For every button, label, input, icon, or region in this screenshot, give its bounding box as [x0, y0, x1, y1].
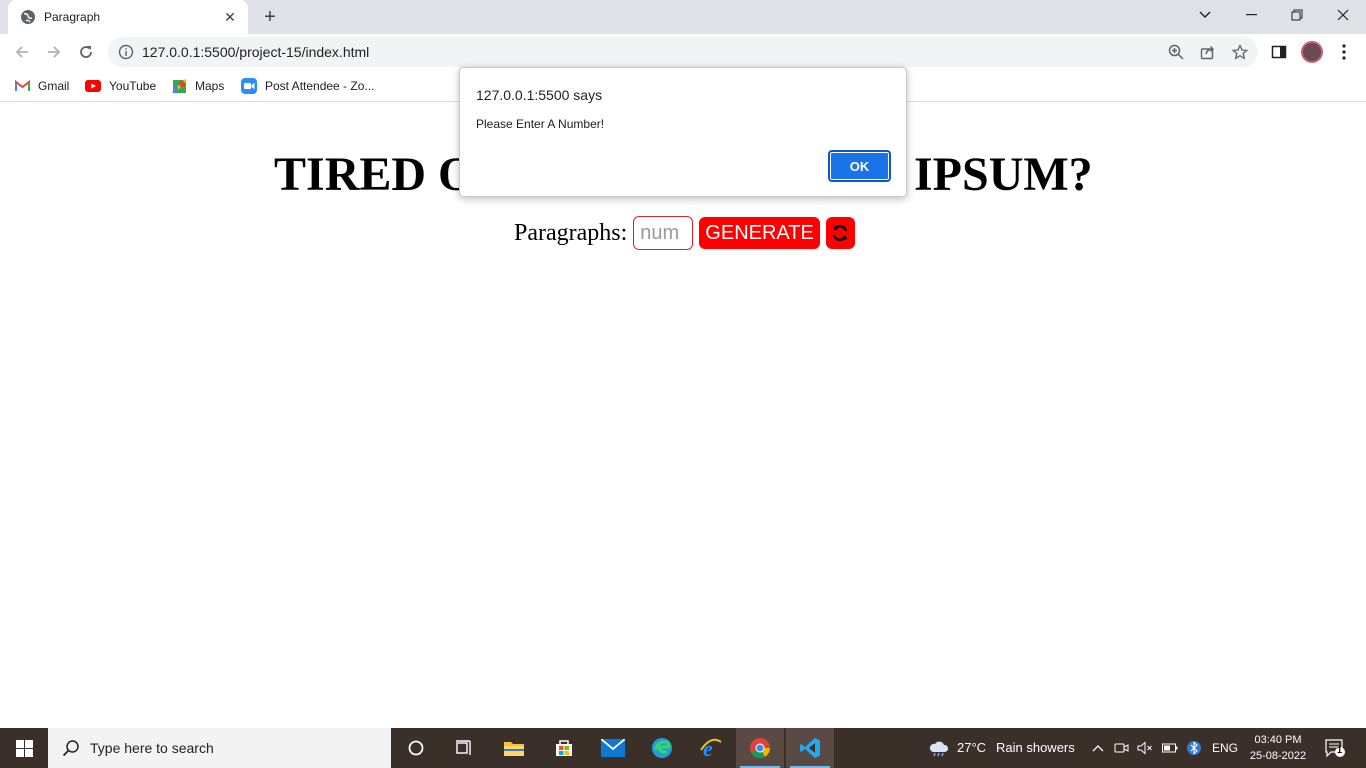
side-panel-icon[interactable] [1269, 42, 1289, 62]
back-button[interactable] [8, 38, 36, 66]
taskbar: Type here to search e 27°C Rain showers [0, 728, 1366, 768]
restore-button[interactable] [1274, 0, 1320, 30]
reload-icon [80, 46, 92, 58]
back-arrow-icon [15, 46, 28, 58]
search-placeholder: Type here to search [90, 740, 214, 756]
address-bar[interactable]: 127.0.0.1:5500/project-15/index.html [108, 37, 1258, 67]
cortana-icon[interactable] [392, 728, 440, 768]
taskbar-search[interactable]: Type here to search [48, 728, 391, 768]
reload-button[interactable] [72, 38, 100, 66]
bluetooth-icon[interactable] [1186, 739, 1202, 757]
bookmark-youtube[interactable]: YouTube [85, 77, 156, 95]
dialog-message: Please Enter A Number! [476, 117, 605, 131]
chrome-icon[interactable] [736, 728, 784, 768]
task-view-icon[interactable] [440, 728, 488, 768]
refresh-button[interactable] [825, 217, 855, 249]
new-tab-button[interactable]: + [258, 5, 282, 29]
paragraph-count-input[interactable] [633, 216, 694, 250]
file-explorer-icon[interactable] [490, 728, 538, 768]
internet-explorer-icon[interactable]: e [687, 728, 735, 768]
mail-icon[interactable] [589, 728, 637, 768]
weather-temp: 27°C [957, 740, 987, 755]
start-button[interactable] [0, 728, 48, 768]
edge-icon[interactable] [638, 728, 686, 768]
bookmark-star-icon[interactable] [1232, 44, 1248, 60]
forward-arrow-icon [48, 46, 61, 58]
bookmark-zoom[interactable]: Post Attendee - Zo... [241, 77, 374, 95]
gmail-icon [15, 80, 30, 91]
weather-icon[interactable] [928, 739, 950, 757]
battery-icon[interactable] [1162, 739, 1178, 757]
generate-button[interactable]: GENERATE [699, 217, 820, 249]
youtube-icon [85, 80, 101, 92]
zoom-icon[interactable] [1168, 44, 1184, 60]
show-hidden-icons-icon[interactable] [1090, 739, 1106, 757]
globe-icon [21, 10, 35, 24]
generator-controls: Paragraphs: GENERATE [514, 216, 855, 250]
info-icon[interactable] [118, 44, 134, 60]
tab-search-icon[interactable] [1182, 0, 1228, 30]
language-indicator[interactable]: ENG [1212, 741, 1238, 755]
forward-button[interactable] [40, 38, 68, 66]
bookmark-gmail[interactable]: Gmail [15, 77, 69, 95]
share-icon[interactable] [1200, 44, 1216, 60]
maps-icon [172, 78, 187, 94]
close-window-button[interactable] [1320, 0, 1366, 30]
notification-icon[interactable]: 1 [1324, 739, 1346, 757]
alert-dialog: 127.0.0.1:5500 says Please Enter A Numbe… [459, 67, 907, 197]
zoom-icon [241, 78, 257, 94]
vscode-icon[interactable] [786, 728, 834, 768]
dialog-origin: 127.0.0.1:5500 says [476, 87, 603, 103]
profile-avatar[interactable] [1301, 41, 1323, 63]
weather-description: Rain showers [996, 740, 1075, 755]
paragraphs-label: Paragraphs: [514, 219, 628, 246]
volume-muted-icon[interactable] [1137, 739, 1153, 757]
meet-now-icon[interactable] [1114, 739, 1130, 757]
windows-icon [15, 739, 33, 757]
tab-paragraph[interactable]: Paragraph ✕ [8, 0, 248, 34]
store-icon[interactable] [540, 728, 588, 768]
ok-button[interactable]: OK [828, 150, 891, 182]
minimize-button[interactable] [1228, 0, 1274, 30]
tab-close-icon[interactable]: ✕ [222, 9, 238, 25]
tab-title: Paragraph [44, 10, 101, 24]
refresh-icon [832, 225, 848, 241]
notification-count: 1 [1337, 745, 1343, 755]
clock-time: 03:40 PM [1254, 734, 1302, 746]
clock-date: 25-08-2022 [1249, 750, 1307, 762]
browser-toolbar: 127.0.0.1:5500/project-15/index.html [0, 34, 1366, 70]
clock[interactable]: 03:40 PM 25-08-2022 [1240, 732, 1316, 764]
url-text: 127.0.0.1:5500/project-15/index.html [142, 44, 370, 60]
menu-kebab-icon[interactable] [1334, 42, 1354, 62]
tab-strip: Paragraph ✕ + [0, 0, 1366, 34]
bookmark-maps[interactable]: Maps [172, 77, 224, 95]
search-icon [62, 740, 79, 757]
